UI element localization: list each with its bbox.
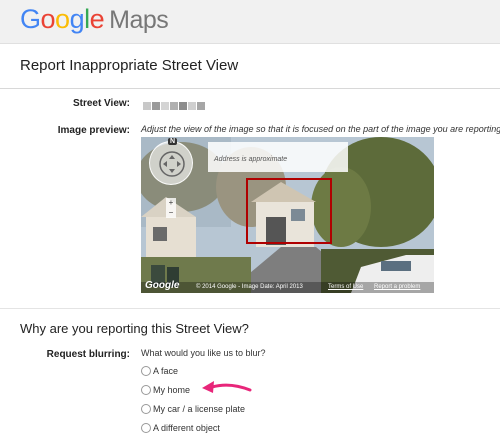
option-label: My home [153,385,191,395]
compass-north-indicator: N [168,138,178,145]
request-blurring-label: Request blurring: [46,349,130,360]
title-bar: Report Inappropriate Street View [0,44,500,89]
option-car-license-plate[interactable]: My car / a license plate [141,403,245,415]
option-different-object[interactable]: A different object [141,422,220,434]
preview-help-text: Adjust the view of the image so that it … [141,124,500,134]
pan-arrows-icon [159,151,185,177]
option-label: My car / a license plate [153,404,246,414]
selected-region-frame [246,178,332,244]
zoom-control[interactable]: + − [166,198,176,218]
radio-my-home[interactable] [141,385,151,395]
page-title: Report Inappropriate Street View [20,57,239,74]
image-copyright: © 2014 Google - Image Date: April 2013 [196,284,303,290]
section-divider [0,308,500,309]
blur-question: What would you like us to blur? [141,348,266,358]
zoom-in-button[interactable]: + [166,198,176,208]
street-view-label: Street View: [72,98,130,109]
street-view-value-redacted [143,97,213,110]
radio-different-object[interactable] [141,423,151,433]
reason-section-title: Why are you reporting this Street View? [20,321,249,336]
logo-word: Google [20,4,105,34]
google-watermark: Google [145,280,180,291]
zoom-out-button[interactable]: − [166,208,176,218]
top-bar: Google Maps [0,0,500,44]
address-info-card: Address is approximate [208,142,348,172]
image-preview-label: Image preview: [57,125,130,136]
radio-face[interactable] [141,366,151,376]
logo-product: Maps [109,6,169,34]
option-face[interactable]: A face [141,365,178,377]
report-a-problem-link[interactable]: Report a problem [374,284,420,290]
option-my-home[interactable]: My home [141,384,190,396]
option-label: A different object [153,423,220,433]
option-label: A face [153,366,179,376]
pan-control[interactable]: N [149,138,193,185]
google-maps-logo[interactable]: Google Maps [20,4,169,35]
terms-of-use-link[interactable]: Terms of Use [328,284,363,290]
annotation-arrow-icon [202,381,252,393]
address-note: Address is approximate [214,156,288,163]
radio-car-license-plate[interactable] [141,404,151,414]
